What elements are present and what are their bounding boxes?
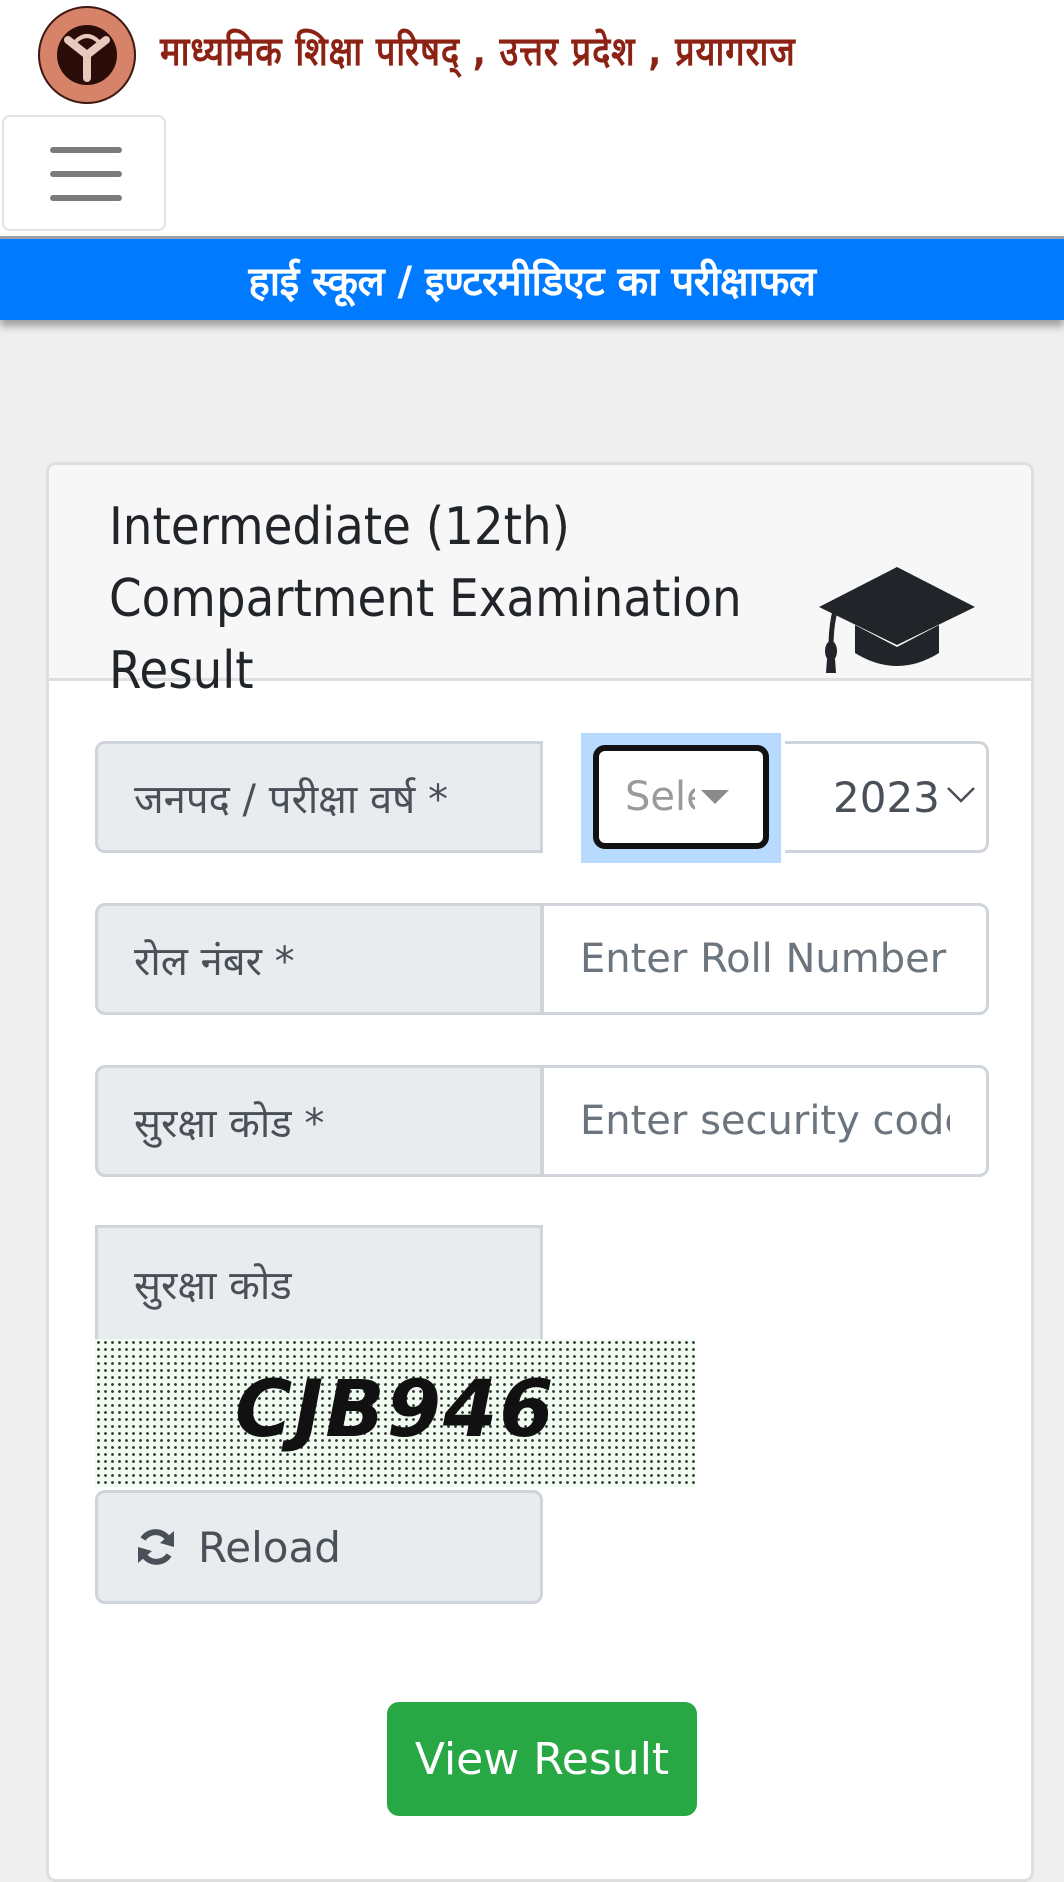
reload-captcha-button[interactable]: Reload — [95, 1490, 543, 1604]
security-code-group: सुरक्षा कोड * Enter security code — [95, 1065, 989, 1177]
district-select-placeholder: Sele — [625, 774, 695, 820]
org-title: माध्यमिक शिक्षा परिषद् , उत्तर प्रदेश , … — [160, 29, 796, 75]
result-form-card: Intermediate (12th) Compartment Examinat… — [46, 462, 1034, 1882]
captcha-image: CJB946 — [95, 1339, 695, 1487]
card-header: Intermediate (12th) Compartment Examinat… — [49, 465, 1031, 701]
year-select-value: 2023 — [833, 772, 940, 822]
result-banner: हाई स्कूल / इण्टरमीडिएट का परीक्षाफल — [0, 236, 1064, 320]
refresh-icon — [138, 1529, 174, 1565]
card-title: Intermediate (12th) Compartment Examinat… — [109, 497, 742, 701]
chevron-down-icon — [947, 787, 975, 803]
graduation-cap-icon — [819, 567, 975, 673]
district-select[interactable]: Sele — [593, 745, 769, 849]
district-year-label: जनपद / परीक्षा वर्ष * — [95, 741, 543, 853]
caret-down-icon — [701, 790, 729, 804]
roll-number-group: रोल नंबर * Enter Roll Number — [95, 903, 989, 1015]
site-header: माध्यमिक शिक्षा परिषद् , उत्तर प्रदेश , … — [0, 0, 1064, 236]
view-result-button[interactable]: View Result — [387, 1702, 697, 1816]
captcha-code: CJB946 — [235, 1365, 556, 1455]
roll-number-input[interactable]: Enter Roll Number — [541, 903, 989, 1015]
security-code-label: सुरक्षा कोड * — [95, 1065, 543, 1177]
reload-label: Reload — [198, 1522, 341, 1572]
district-year-group: जनपद / परीक्षा वर्ष * Sele 2023 — [95, 733, 989, 863]
menu-toggle-button[interactable] — [2, 115, 166, 231]
captcha-label: सुरक्षा कोड — [95, 1225, 543, 1339]
banner-title: हाई स्कूल / इण्टरमीडिएट का परीक्षाफल — [248, 259, 816, 305]
security-code-placeholder: Enter security code — [580, 1098, 950, 1144]
year-select[interactable]: 2023 — [785, 741, 989, 853]
hamburger-menu-icon — [50, 147, 122, 153]
up-board-emblem-icon — [38, 6, 136, 104]
security-code-input[interactable]: Enter security code — [541, 1065, 989, 1177]
roll-number-placeholder: Enter Roll Number — [580, 936, 947, 982]
roll-number-label: रोल नंबर * — [95, 903, 543, 1015]
